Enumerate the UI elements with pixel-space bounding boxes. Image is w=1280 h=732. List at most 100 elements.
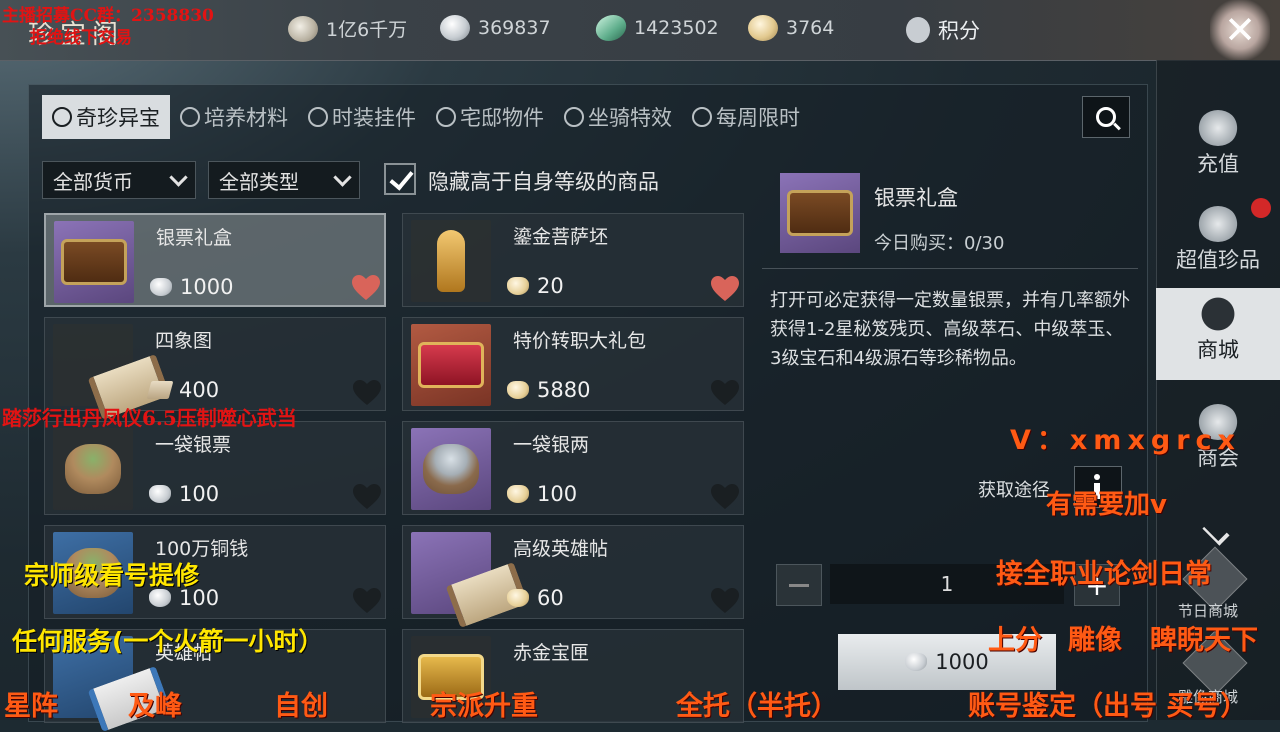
tab-mount-effects[interactable]: 坐骑特效 [554, 95, 682, 139]
points-button[interactable]: 积分 [906, 15, 980, 45]
favorite-heart-icon[interactable] [711, 380, 739, 406]
sidebar-label: 超值珍品 [1176, 248, 1260, 272]
shop-item[interactable]: 高级英雄帖 60 [402, 525, 744, 628]
points-label: 积分 [938, 19, 980, 43]
overlay-service-item: 睥睨天下 [1150, 625, 1258, 656]
overlay-bottom-item: 及峰 [128, 691, 182, 722]
item-description: 打开可必定获得一定数量银票，并有几率额外获得1-2星秘笈残页、高级萃石、中级萃玉… [770, 290, 1130, 369]
overlay-rocket-text: 任何服务(一个火箭一小时） [12, 627, 324, 656]
dropdown-value: 全部货币 [53, 169, 133, 194]
item-thumbnail [53, 428, 133, 510]
chest-icon [61, 239, 127, 285]
price-value: 400 [179, 378, 220, 402]
money-bag-icon [1198, 110, 1238, 146]
overlay-bottom-item: 星阵 [4, 691, 58, 722]
item-price: 60 [507, 586, 564, 610]
gold-ingot-icon [748, 15, 778, 41]
silver-note-icon [905, 653, 928, 671]
item-thumbnail [53, 324, 171, 420]
materials-icon [180, 107, 200, 127]
gold-ingot-icon [507, 589, 529, 607]
currency-value: 3764 [786, 17, 835, 39]
tab-label: 奇珍异宝 [76, 106, 160, 130]
close-icon: ✕ [1224, 8, 1256, 52]
overlay-bottom-item: 账号鉴定（出号 买号） [968, 691, 1248, 722]
currency-value: 1423502 [634, 17, 719, 39]
decrease-button[interactable] [776, 564, 822, 606]
currency-coin: 1亿6千万 [288, 15, 407, 42]
chest-icon [787, 190, 853, 236]
coin-icon [288, 15, 318, 42]
treasure-icon [52, 107, 72, 127]
shop-item[interactable]: 一袋银两 100 [402, 421, 744, 515]
price-value: 20 [537, 274, 564, 298]
favorite-heart-icon[interactable] [353, 588, 381, 614]
search-button[interactable] [1082, 96, 1130, 138]
tab-label: 坐骑特效 [588, 106, 672, 130]
overlay-build-text: 踏莎行出丹凤仪6.5压制噬心武当 [2, 406, 297, 430]
item-thumbnail [54, 221, 134, 303]
shop-item[interactable]: 特价转职大礼包 5880 [402, 317, 744, 411]
tab-label: 每周限时 [716, 106, 800, 130]
price-value: 1000 [180, 275, 234, 299]
source-label: 获取途径 [978, 480, 1050, 501]
favorite-heart-icon[interactable] [353, 484, 381, 510]
buy-price: 1000 [935, 650, 989, 674]
shop-item[interactable]: 鎏金菩萨坯 20 [402, 213, 744, 307]
shop-item[interactable]: 四象图 400 [44, 317, 386, 420]
points-shield-icon [906, 17, 930, 43]
money-bag-icon [65, 444, 121, 494]
sidebar-label: 充值 [1197, 152, 1239, 176]
bodhisattva-statue-icon [437, 230, 465, 292]
tab-rare-treasures[interactable]: 奇珍异宝 [42, 95, 170, 139]
tab-materials[interactable]: 培养材料 [170, 95, 298, 139]
item-price: 100 [149, 482, 219, 506]
overlay-service-item: 上分 [988, 625, 1042, 656]
currency-filter-dropdown[interactable]: 全部货币 [42, 161, 196, 199]
item-name: 四象图 [155, 330, 213, 352]
favorite-heart-icon[interactable] [711, 276, 739, 302]
house-icon [436, 107, 456, 127]
shop-item[interactable]: 一袋银票 100 [44, 421, 386, 515]
sidebar-item-recharge[interactable]: 充值 [1156, 102, 1280, 194]
favorite-heart-icon[interactable] [711, 588, 739, 614]
divider [762, 268, 1138, 269]
overlay-contact-text: 有需要加v [1046, 490, 1167, 520]
favorite-heart-icon[interactable] [353, 380, 381, 406]
item-thumbnail [411, 428, 491, 510]
tab-fashion[interactable]: 时装挂件 [298, 95, 426, 139]
dropdown-value: 全部类型 [219, 169, 299, 194]
tab-mansion[interactable]: 宅邸物件 [426, 95, 554, 139]
overlay-service-item: 雕像 [1068, 625, 1122, 656]
category-tabs: 奇珍异宝 培养材料 时装挂件 宅邸物件 坐骑特效 每周限时 [42, 95, 810, 139]
sidebar-label: 商城 [1197, 338, 1239, 362]
item-name: 一袋银票 [155, 434, 232, 456]
silver-bag-icon [423, 444, 479, 494]
currency-silver-note: 369837 [440, 15, 551, 41]
close-button[interactable]: ✕ [1210, 0, 1270, 60]
item-price: 5880 [507, 378, 590, 402]
detail-thumbnail [780, 173, 860, 253]
pavilion-icon [1198, 206, 1238, 242]
shop-item[interactable]: 银票礼盒 1000 [44, 213, 386, 307]
overlay-bottom-item: 全托（半托） [676, 691, 838, 722]
notification-badge [1251, 198, 1271, 218]
overlay-wechat-text: V：xmxgrcx [1010, 425, 1241, 456]
item-price: 20 [507, 274, 564, 298]
item-name: 高级英雄帖 [513, 538, 609, 560]
hide-higher-level-checkbox[interactable] [384, 163, 416, 195]
currency-gold-ingot: 3764 [748, 15, 834, 41]
detail-item-name: 银票礼盒 [874, 186, 958, 210]
silver-note-icon [149, 485, 171, 503]
favorite-heart-icon[interactable] [352, 275, 380, 301]
price-value: 100 [537, 482, 578, 506]
type-filter-dropdown[interactable]: 全部类型 [208, 161, 360, 199]
silver-note-icon [150, 278, 172, 296]
sidebar-item-shop[interactable]: 商城 [1156, 288, 1280, 380]
price-value: 100 [179, 482, 220, 506]
tab-weekly-limited[interactable]: 每周限时 [682, 95, 810, 139]
currency-jade: 1423502 [593, 15, 719, 41]
shop-icon [1198, 296, 1238, 332]
favorite-heart-icon[interactable] [711, 484, 739, 510]
overlay-warning-text: 拒绝线下交易 [30, 28, 132, 48]
